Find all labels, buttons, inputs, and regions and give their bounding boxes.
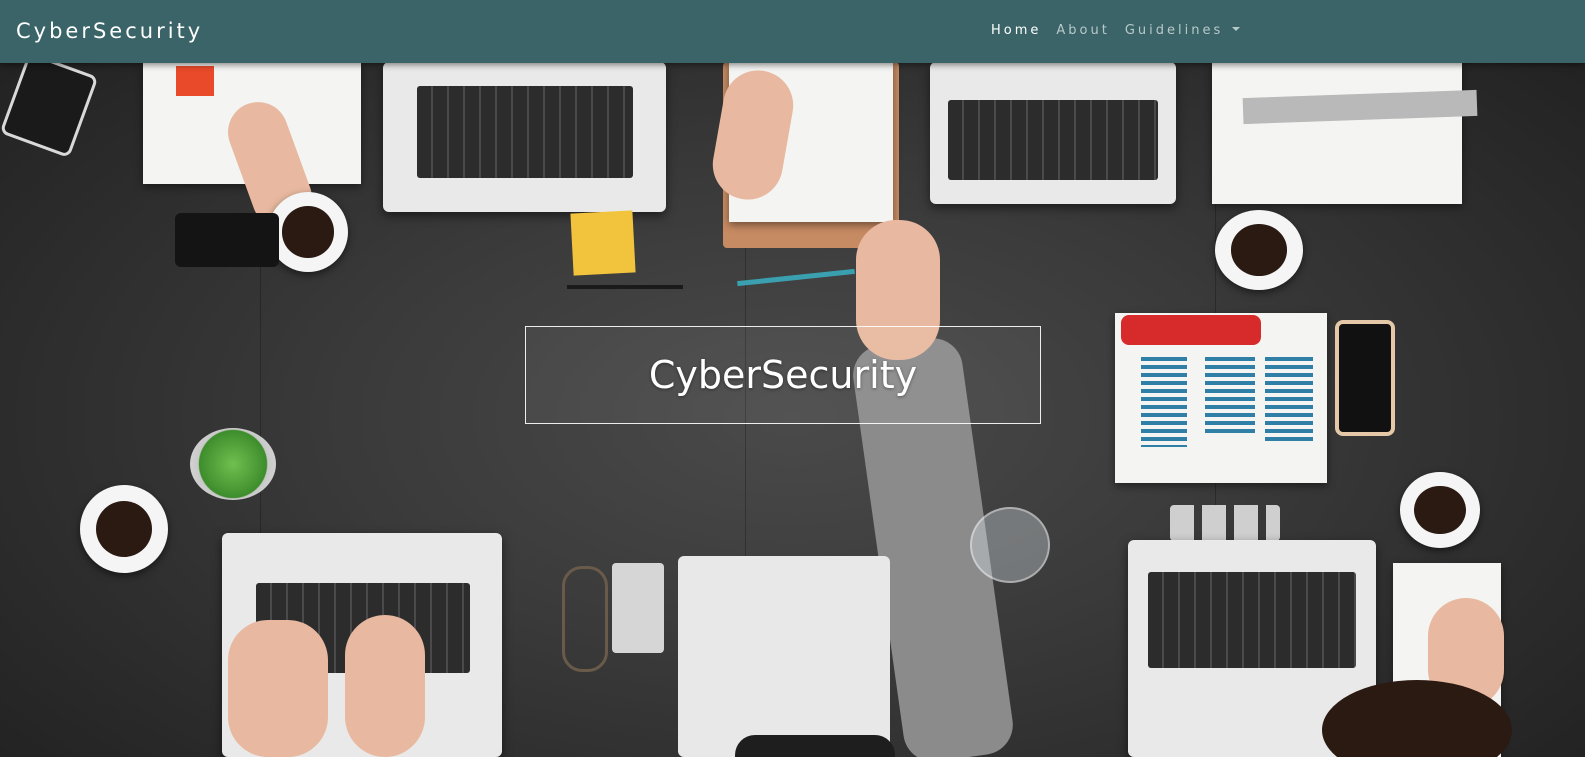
hero-title: CyberSecurity — [648, 353, 918, 397]
nav-menu: Home About Guidelines — [991, 23, 1241, 38]
nav-link-home[interactable]: Home — [991, 23, 1041, 38]
nav-link-guidelines-label: Guidelines — [1124, 23, 1224, 38]
hero-title-box: CyberSecurity — [525, 326, 1041, 424]
top-navbar: CyberSecurity Home About Guidelines — [0, 0, 1585, 63]
nav-link-guidelines-dropdown[interactable]: Guidelines — [1125, 23, 1241, 38]
brand-logo-link[interactable]: CyberSecurity — [16, 19, 203, 43]
page: CyberSecurity Home About Guidelines Cybe… — [0, 0, 1585, 757]
nav-link-about[interactable]: About — [1056, 23, 1109, 38]
caret-down-icon — [1232, 27, 1241, 31]
